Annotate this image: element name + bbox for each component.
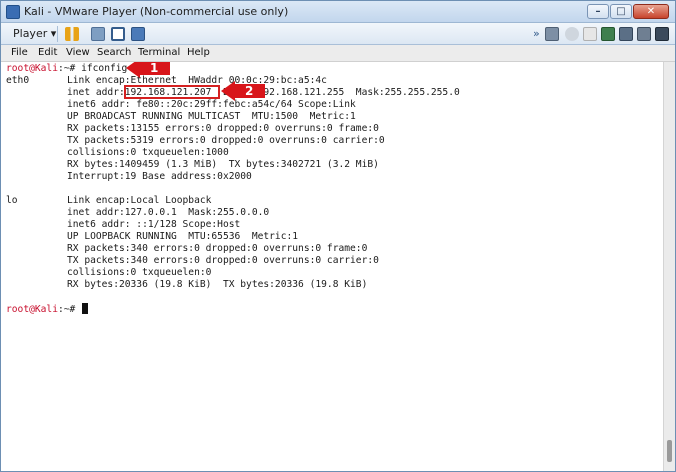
prompt-line: root@Kali:~# (6, 303, 89, 315)
step-number-2: 2 (245, 84, 254, 98)
vmware-app-icon (6, 5, 20, 19)
scrollbar-thumb[interactable] (667, 440, 672, 462)
menu-search[interactable]: Search (97, 46, 131, 60)
lo-line: UP LOOPBACK RUNNING MTU:65536 Metric:1 (67, 231, 299, 242)
interface-name: eth0 (6, 75, 30, 86)
network-adapter-icon[interactable] (601, 27, 615, 41)
lo-line: Link encap:Local Loopback (67, 195, 212, 206)
prompt: root@Kali (6, 304, 58, 315)
maximize-icon: □ (616, 6, 626, 17)
more-devices-chevron-icon[interactable]: » (533, 27, 543, 41)
menu-view[interactable]: View (66, 46, 90, 60)
minimize-button[interactable]: – (587, 4, 609, 19)
command-text: :~# ifconfig (57, 63, 128, 74)
close-icon: ✕ (646, 6, 656, 17)
player-menu-button[interactable]: Player ▾ (9, 26, 60, 42)
menu-help[interactable]: Help (187, 46, 210, 60)
sound-card-icon[interactable] (655, 27, 669, 41)
ip-address-highlight (124, 85, 220, 99)
hard-disk-icon[interactable] (545, 27, 559, 41)
eth0-line: collisions:0 txqueuelen:1000 (67, 147, 229, 158)
floppy-icon[interactable] (583, 27, 597, 41)
title-bar[interactable]: Kali - VMware Player (Non-commercial use… (1, 1, 675, 23)
terminal-menu-bar: File Edit View Search Terminal Help (1, 45, 675, 62)
text-cursor (82, 303, 89, 314)
printer-icon[interactable] (637, 27, 651, 41)
arrow-head (221, 81, 235, 101)
arrow-head (126, 62, 140, 78)
fullscreen-icon[interactable] (111, 27, 125, 41)
terminal-scrollbar[interactable] (663, 62, 675, 471)
eth0-line: inet6 addr: fe80::20c:29ff:febc:a54c/64 … (67, 99, 356, 110)
pause-icon[interactable] (65, 27, 79, 41)
lo-line: collisions:0 txqueuelen:0 (67, 267, 212, 278)
interface-name: lo (6, 195, 18, 206)
annotation-arrow-2: 2 (221, 81, 265, 101)
prompt-suffix: :~# (57, 304, 82, 315)
prompt: root@Kali (6, 63, 58, 74)
eth0-line: UP BROADCAST RUNNING MULTICAST MTU:1500 … (67, 111, 356, 122)
cd-dvd-icon[interactable] (565, 27, 579, 41)
eth0-line: Interrupt:19 Base address:0x2000 (67, 171, 252, 182)
unity-icon[interactable] (131, 27, 145, 41)
usb-device-icon[interactable] (619, 27, 633, 41)
terminal-output[interactable]: root@Kali:~# ifconfig eth0 Link encap:Et… (1, 62, 663, 471)
eth0-line: RX bytes:1409459 (1.3 MiB) TX bytes:3402… (67, 159, 379, 170)
maximize-button[interactable]: □ (610, 4, 632, 19)
lo-line: RX packets:340 errors:0 dropped:0 overru… (67, 243, 368, 254)
vmware-player-window: Kali - VMware Player (Non-commercial use… (0, 0, 676, 472)
lo-line: TX packets:340 errors:0 dropped:0 overru… (67, 255, 379, 266)
window-title: Kali - VMware Player (Non-commercial use… (24, 5, 289, 18)
eth0-line: TX packets:5319 errors:0 dropped:0 overr… (67, 135, 385, 146)
menu-file[interactable]: File (11, 46, 28, 60)
toolbar-separator (57, 26, 58, 42)
minimize-icon: – (595, 6, 601, 17)
step-number-1: 1 (150, 62, 159, 75)
lo-line: inet addr:127.0.0.1 Mask:255.0.0.0 (67, 207, 270, 218)
lo-line: RX bytes:20336 (19.8 KiB) TX bytes:20336… (67, 279, 368, 290)
annotation-arrow-1: 1 (126, 62, 170, 78)
menu-terminal[interactable]: Terminal (138, 46, 180, 60)
lo-line: inet6 addr: ::1/128 Scope:Host (67, 219, 241, 230)
send-ctrl-alt-del-icon[interactable] (91, 27, 105, 41)
command-line: root@Kali:~# ifconfig (6, 63, 127, 75)
menu-edit[interactable]: Edit (38, 46, 57, 60)
window-controls: – □ ✕ (587, 4, 669, 19)
eth0-line: RX packets:13155 errors:0 dropped:0 over… (67, 123, 379, 134)
vmware-toolbar: Player ▾ » (1, 23, 675, 45)
close-button[interactable]: ✕ (633, 4, 669, 19)
